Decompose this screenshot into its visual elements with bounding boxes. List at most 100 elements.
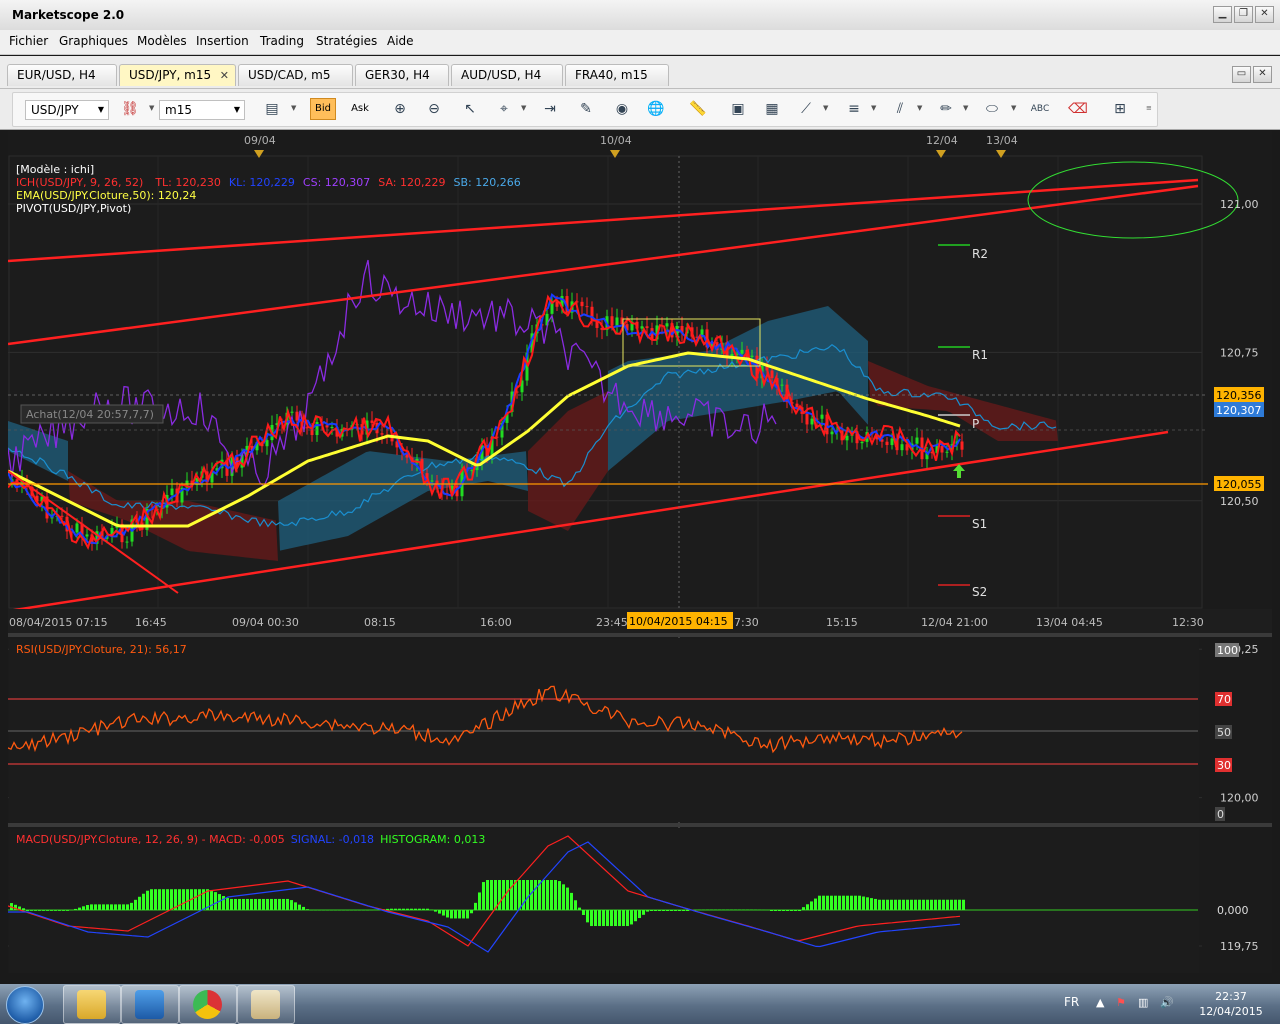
chevron-down-icon[interactable]: ▼ bbox=[823, 104, 828, 112]
text-icon[interactable]: ABC bbox=[1029, 98, 1051, 120]
histogram-bar bbox=[442, 910, 445, 916]
chart-area[interactable]: 09/04 10/04 12/04 13/04 R2 R1 P S1 S2 [M… bbox=[7, 131, 1272, 973]
chevron-down-icon[interactable]: ▼ bbox=[917, 104, 922, 112]
instrument-select[interactable]: USD/JPY ▼ bbox=[25, 100, 109, 120]
zoom-in-icon[interactable]: ⊕ bbox=[389, 98, 411, 120]
bid-button[interactable]: Bid bbox=[310, 98, 336, 120]
top-date-label: 10/04 bbox=[600, 134, 632, 147]
toolbar-overflow-icon[interactable]: ≡ bbox=[1146, 104, 1152, 112]
print-icon[interactable]: ▦ bbox=[761, 98, 783, 120]
eraser-icon[interactable]: ⌫ bbox=[1067, 98, 1089, 120]
chevron-down-icon[interactable]: ▼ bbox=[149, 104, 154, 112]
paint-icon bbox=[251, 990, 280, 1019]
marketscope-task[interactable] bbox=[121, 985, 179, 1024]
histogram-bar bbox=[306, 909, 309, 910]
chrome-task[interactable] bbox=[179, 985, 237, 1024]
time-tick: 12:30 bbox=[1172, 616, 1204, 629]
tab-audusd-h4[interactable]: AUD/USD, H4 bbox=[451, 64, 563, 86]
paint-task[interactable] bbox=[237, 985, 295, 1024]
histogram-bar bbox=[78, 907, 81, 910]
action-center-icon[interactable]: ⚑ bbox=[1116, 996, 1130, 1010]
close-tab-icon[interactable]: ✕ bbox=[220, 65, 229, 86]
minimize-button[interactable]: ▁ bbox=[1213, 6, 1232, 23]
menu-graphiques[interactable]: Graphiques bbox=[59, 34, 128, 48]
network-icon[interactable]: ▥ bbox=[1138, 996, 1152, 1010]
pencil-icon[interactable]: ✏ bbox=[935, 98, 957, 120]
candle-body bbox=[890, 438, 894, 446]
scroll-end-icon[interactable]: ⇥ bbox=[539, 98, 561, 120]
horizontal-lines-icon[interactable]: ≡ bbox=[843, 98, 865, 120]
candle-body bbox=[125, 541, 129, 543]
properties-icon[interactable]: ✎ bbox=[575, 98, 597, 120]
eye-icon[interactable]: ◉ bbox=[611, 98, 633, 120]
cursor-time-text: 10/04/2015 04:15 bbox=[629, 615, 728, 628]
ask-button[interactable]: Ask bbox=[347, 98, 373, 120]
histogram-bar bbox=[678, 910, 681, 911]
chevron-down-icon[interactable]: ▼ bbox=[1011, 104, 1016, 112]
tab-usdjpy-m15[interactable]: USD/JPY, m15 ✕ bbox=[119, 64, 236, 86]
explorer-task[interactable] bbox=[63, 985, 121, 1024]
histogram-bar bbox=[894, 899, 897, 910]
pointer-icon[interactable]: ↖ bbox=[459, 98, 481, 120]
tray-arrow-icon[interactable]: ▲ bbox=[1096, 996, 1110, 1010]
hierarchy-icon[interactable]: ⊞ bbox=[1109, 98, 1131, 120]
menu-modeles[interactable]: Modèles bbox=[137, 34, 187, 48]
menu-strategies[interactable]: Stratégies bbox=[316, 34, 377, 48]
crosshair-icon[interactable]: ⌖ bbox=[493, 98, 515, 120]
candle-body bbox=[610, 316, 614, 326]
volume-icon[interactable]: 🔊 bbox=[1160, 996, 1174, 1010]
chevron-down-icon[interactable]: ▼ bbox=[871, 104, 876, 112]
close-chart-button[interactable]: ✕ bbox=[1253, 66, 1272, 83]
ema-legend: EMA(USD/JPY.Cloture,50): 120,24 bbox=[16, 189, 196, 202]
histogram-bar bbox=[390, 908, 393, 910]
chevron-down-icon[interactable]: ▼ bbox=[291, 104, 296, 112]
clock[interactable]: 22:37 12/04/2015 bbox=[1196, 989, 1266, 1019]
histogram-bar bbox=[642, 910, 645, 915]
menu-trading[interactable]: Trading bbox=[260, 34, 304, 48]
chevron-down-icon[interactable]: ▼ bbox=[521, 104, 526, 112]
zoom-out-icon[interactable]: ⊖ bbox=[423, 98, 445, 120]
indicator-icon[interactable]: ▤ bbox=[261, 98, 283, 120]
rsi-tick-50: 50 bbox=[1217, 726, 1231, 739]
start-button[interactable] bbox=[6, 986, 44, 1024]
time-tick: 08:15 bbox=[364, 616, 396, 629]
menu-fichier[interactable]: Fichier bbox=[9, 34, 48, 48]
ruler-icon[interactable]: 📏 bbox=[687, 98, 709, 120]
chevron-down-icon[interactable]: ▼ bbox=[963, 104, 968, 112]
price-tick: 120,50 bbox=[1220, 495, 1259, 508]
histogram-bar bbox=[902, 899, 905, 910]
globe-icon[interactable]: 🌐 bbox=[645, 98, 667, 120]
histogram-bar bbox=[854, 895, 857, 910]
histogram-bar bbox=[386, 908, 389, 910]
tab-eurusd-h4[interactable]: EUR/USD, H4 bbox=[7, 64, 117, 86]
histogram-bar bbox=[934, 899, 937, 910]
histogram-bar bbox=[794, 910, 797, 911]
chevron-down-icon: ▼ bbox=[233, 105, 240, 114]
candle-body bbox=[60, 515, 64, 517]
histogram-bar bbox=[50, 910, 53, 911]
tab-ger30-h4[interactable]: GER30, H4 bbox=[355, 64, 449, 86]
tab-fra40-m15[interactable]: FRA40, m15 bbox=[565, 64, 669, 86]
fibonacci-icon[interactable]: ⫽ bbox=[889, 98, 911, 120]
histogram-bar bbox=[906, 899, 909, 910]
histogram-bar bbox=[454, 910, 457, 919]
restore-chart-button[interactable]: ▭ bbox=[1232, 66, 1251, 83]
chart-canvas[interactable]: 09/04 10/04 12/04 13/04 R2 R1 P S1 S2 [M… bbox=[7, 131, 1272, 973]
candle-body bbox=[845, 435, 849, 441]
lines-icon[interactable]: ⟋ bbox=[795, 98, 817, 120]
language-indicator[interactable]: FR bbox=[1064, 995, 1079, 1009]
tab-usdcad-m5[interactable]: USD/CAD, m5 bbox=[238, 64, 353, 86]
ellipse-icon[interactable]: ⬭ bbox=[981, 98, 1003, 120]
screenshot-icon[interactable]: ▣ bbox=[727, 98, 749, 120]
histogram-bar bbox=[398, 908, 401, 910]
candle-body bbox=[810, 418, 814, 425]
histogram-bar bbox=[950, 899, 953, 910]
histogram-bar bbox=[802, 907, 805, 910]
close-button[interactable]: ✕ bbox=[1255, 6, 1274, 23]
menu-aide[interactable]: Aide bbox=[387, 34, 414, 48]
timeframe-select[interactable]: m15 ▼ bbox=[159, 100, 245, 120]
menu-insertion[interactable]: Insertion bbox=[196, 34, 249, 48]
pivot-label-s2: S2 bbox=[972, 585, 987, 599]
chart-type-icon[interactable]: ⛓ bbox=[119, 98, 141, 120]
maximize-button[interactable]: ❐ bbox=[1234, 6, 1253, 23]
